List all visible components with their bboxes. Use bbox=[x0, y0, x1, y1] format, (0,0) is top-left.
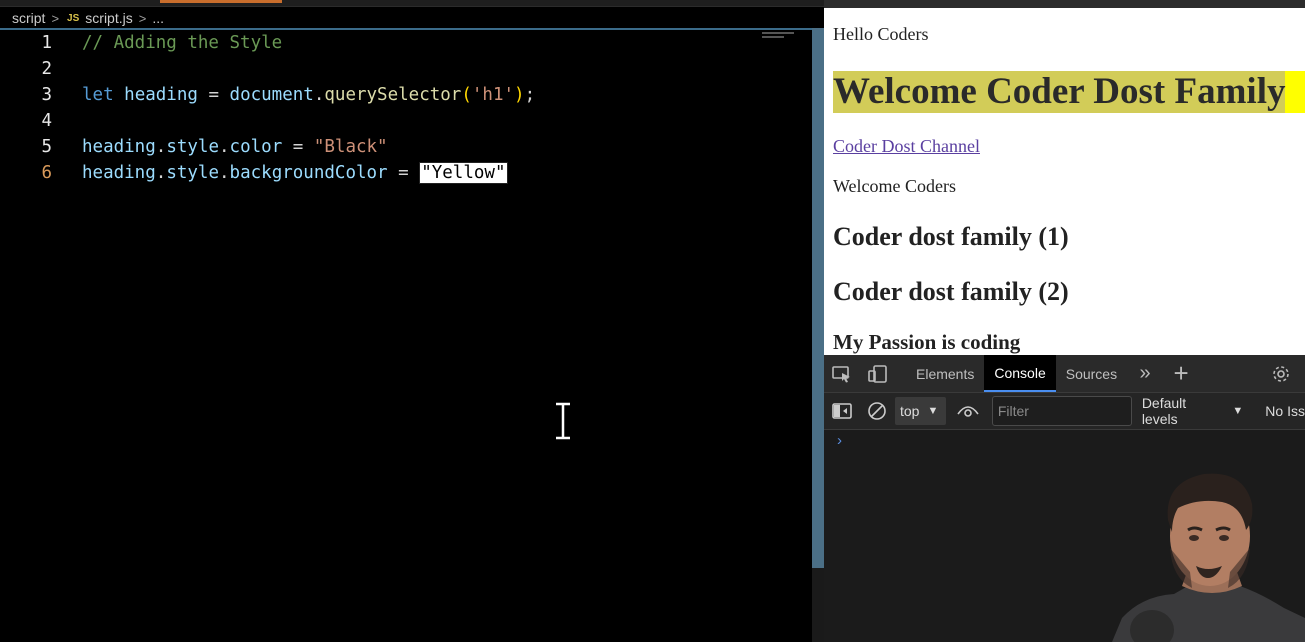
code-object: document bbox=[229, 85, 314, 105]
code-comment: // Adding the Style bbox=[82, 33, 283, 53]
subheading-small: My Passion is coding bbox=[833, 330, 1021, 354]
code-line[interactable]: 2 bbox=[0, 56, 812, 82]
subheading: Coder dost family (2) bbox=[833, 277, 1069, 306]
breadcrumb-symbol[interactable]: ... bbox=[152, 10, 164, 26]
editor-tab-strip bbox=[0, 0, 825, 7]
line-number: 5 bbox=[41, 137, 52, 157]
log-levels-dropdown[interactable]: Default levels ▼ bbox=[1142, 395, 1243, 427]
tab-sources[interactable]: Sources bbox=[1056, 355, 1127, 392]
inspect-element-icon[interactable] bbox=[824, 355, 860, 392]
paragraph: Hello Coders bbox=[833, 24, 929, 44]
browser-viewport[interactable]: Hello Coders Welcome Coder Dost Family C… bbox=[824, 0, 1305, 355]
line-number: 4 bbox=[41, 111, 52, 131]
browser-top-bar bbox=[824, 0, 1305, 8]
settings-gear-icon[interactable] bbox=[1263, 355, 1299, 392]
code-string: 'h1' bbox=[471, 85, 515, 105]
issues-button[interactable]: No Iss bbox=[1265, 403, 1305, 419]
code-variable: heading bbox=[124, 85, 198, 105]
line-number: 3 bbox=[41, 85, 52, 105]
selected-string[interactable]: "Yellow" bbox=[419, 162, 508, 184]
subheading: Coder dost family (1) bbox=[833, 222, 1069, 251]
line-number: 2 bbox=[41, 59, 52, 79]
code-keyword: let bbox=[82, 85, 114, 105]
scrollbar-track bbox=[812, 568, 824, 642]
code-string: "Black" bbox=[313, 137, 388, 157]
code-line[interactable]: 4 bbox=[0, 108, 812, 134]
text-cursor-icon bbox=[556, 402, 570, 440]
devtools-tab-bar: Elements Console Sources » + bbox=[824, 355, 1305, 393]
tab-elements[interactable]: Elements bbox=[906, 355, 984, 392]
dropdown-arrow-icon: ▼ bbox=[1232, 405, 1244, 417]
js-file-icon: JS bbox=[67, 12, 80, 24]
heading-background-overflow bbox=[1283, 71, 1305, 113]
context-value: top bbox=[899, 403, 920, 419]
dropdown-arrow-icon: ▼ bbox=[927, 405, 939, 417]
line-number: 6 bbox=[41, 163, 52, 183]
console-prompt-icon: › bbox=[837, 432, 842, 449]
tab-console[interactable]: Console bbox=[984, 355, 1056, 392]
breadcrumb-file[interactable]: script.js bbox=[85, 10, 132, 26]
code-editor[interactable]: script > JS script.js > ... 1 // Adding … bbox=[0, 0, 825, 642]
editor-scrollbar[interactable] bbox=[812, 28, 824, 568]
filter-input[interactable] bbox=[991, 396, 1132, 426]
code-line-active[interactable]: 6 heading. style. backgroundColor = "Yello… bbox=[0, 160, 812, 186]
code-object: heading bbox=[82, 137, 156, 157]
code-line[interactable]: 5 heading. style. color = "Black" bbox=[0, 134, 812, 160]
main-heading: Welcome Coder Dost Family bbox=[833, 71, 1286, 113]
channel-link[interactable]: Coder Dost Channel bbox=[833, 136, 980, 157]
code-line[interactable]: 1 // Adding the Style bbox=[0, 30, 812, 56]
code-lines[interactable]: 1 // Adding the Style 2 3 let heading = … bbox=[0, 30, 812, 186]
code-line[interactable]: 3 let heading = document. querySelector('… bbox=[0, 82, 812, 108]
chevron-right-icon: > bbox=[138, 10, 147, 26]
log-levels-label: Default levels bbox=[1141, 395, 1187, 427]
device-toolbar-icon[interactable] bbox=[860, 355, 896, 392]
breadcrumb-folder[interactable]: script bbox=[12, 10, 45, 26]
active-tab-indicator bbox=[160, 0, 282, 3]
code-function: querySelector bbox=[324, 85, 462, 105]
sidebar-toggle-icon[interactable] bbox=[824, 393, 859, 430]
live-expression-eye-icon[interactable] bbox=[950, 393, 985, 430]
code-object: heading bbox=[82, 163, 156, 183]
more-tabs-icon[interactable]: » bbox=[1127, 355, 1163, 392]
line-number: 1 bbox=[41, 33, 52, 53]
presenter-webcam-image bbox=[1112, 468, 1305, 642]
clear-console-icon[interactable] bbox=[859, 393, 894, 430]
chevron-right-icon: > bbox=[51, 10, 60, 26]
console-toolbar: top ▼ Default levels ▼ No Iss bbox=[824, 393, 1305, 430]
paragraph: Welcome Coders bbox=[833, 176, 957, 196]
breadcrumb: script > JS script.js > ... bbox=[0, 8, 812, 28]
context-select[interactable]: top ▼ bbox=[894, 397, 947, 425]
add-tab-icon[interactable]: + bbox=[1163, 355, 1199, 392]
